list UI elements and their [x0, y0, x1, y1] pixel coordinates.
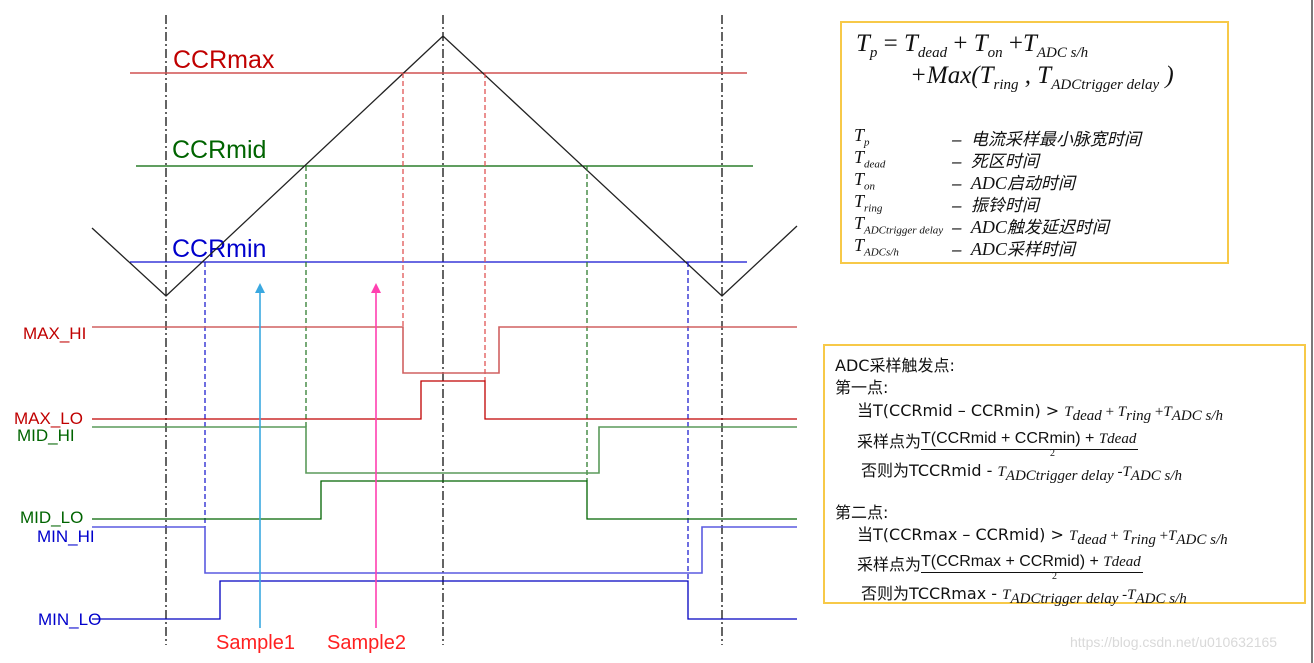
ccrmid-label: CCRmid: [172, 136, 266, 164]
point2-condition: 当T(CCRmax – CCRmid) > Tdead + Tring +TAD…: [857, 525, 1228, 549]
min-lo-label: MIN_LO: [38, 610, 101, 629]
tp-formula-line2: +Max(Tring , TADCtrigger delay ): [910, 61, 1174, 100]
formula-t-adc-sh-sub: ADC s/h: [1036, 45, 1089, 61]
point2-fraction-numerator: T(CCRmax + CCRmid) + Tdead: [921, 553, 1143, 573]
formula-max-open: +Max(: [910, 62, 980, 89]
point1-condition: 当T(CCRmid – CCRmin) > Tdead + Tring +TAD…: [857, 401, 1223, 425]
formula-t-dead: T: [904, 30, 918, 57]
legend-symbol: Tring: [854, 191, 883, 215]
mid-lo-label: MID_LO: [20, 508, 83, 527]
legend-symbol: Tdead: [854, 147, 886, 171]
ccrmin-label: CCRmin: [172, 235, 266, 263]
formula-eq: =: [877, 30, 905, 57]
min-lo-waveform: [92, 580, 797, 620]
formula-box: Tp = Tdead + Ton +TADC s/h +Max(Tring , …: [840, 21, 1229, 264]
ccrmax-label: CCRmax: [173, 46, 275, 74]
point2-else: 否则为TCCRmax - TADCtrigger delay -TADC s/h: [861, 584, 1187, 608]
legend-symbol: TADCs/h: [854, 235, 899, 259]
adc-trigger-box: ADC采样触发点: 第一点: 当T(CCRmid – CCRmin) > Tde…: [823, 344, 1306, 607]
mid-hi-waveform: [92, 426, 797, 474]
point1-title: 第一点:: [835, 378, 889, 397]
max-hi-label: MAX_HI: [23, 324, 86, 343]
formula-t-adc-sh: T: [1022, 30, 1037, 57]
period-boundaries: [165, 15, 723, 645]
point1-else: 否则为TCCRmid - TADCtrigger delay -TADC s/h: [861, 461, 1183, 485]
mid-hi-label: MID_HI: [17, 426, 75, 445]
sample2-arrowhead-icon: [371, 283, 381, 293]
formula-t-on-sub: on: [987, 45, 1003, 61]
point2-title: 第二点:: [835, 503, 889, 522]
formula-t-dead-sub: dead: [917, 45, 948, 61]
trigger-heading: ADC采样触发点:: [835, 356, 955, 375]
formula-plus: +: [947, 30, 974, 57]
formula-t-ring: T: [979, 62, 994, 89]
formula-t-ring-sub: ring: [993, 77, 1019, 93]
legend-symbol: TADCtrigger delay: [854, 213, 944, 237]
formula-t-trigger-delay: T: [1037, 62, 1052, 89]
legend-symbol: Ton: [854, 169, 876, 193]
formula-t-on: T: [973, 30, 988, 57]
right-edge-divider: [1311, 0, 1313, 663]
formula-lhs: T: [856, 30, 870, 57]
formula-max-close: ): [1159, 62, 1174, 89]
formula-comma: ,: [1018, 62, 1038, 89]
max-hi-waveform: [92, 326, 797, 374]
formula-plus: +: [1002, 30, 1023, 57]
min-hi-waveform: [92, 526, 797, 574]
sample1-arrowhead-icon: [255, 283, 265, 293]
mid-lo-waveform: [92, 480, 797, 520]
point1-sample-point: 采样点为T(CCRmid + CCRmin) + Tdead 2: [857, 430, 1139, 459]
sample1-label: Sample1: [216, 632, 295, 654]
formula-t-trigger-delay-sub: ADCtrigger delay: [1051, 77, 1160, 93]
min-hi-label: MIN_HI: [37, 527, 95, 546]
sample2-label: Sample2: [327, 632, 406, 654]
point1-fraction-numerator: T(CCRmid + CCRmin) + Tdead: [921, 430, 1139, 450]
max-lo-waveform: [92, 380, 797, 420]
watermark: https://blog.csdn.net/u010632165: [1070, 634, 1278, 650]
point2-sample-point: 采样点为T(CCRmax + CCRmid) + Tdead 2: [857, 553, 1143, 582]
legend-description: – ADC采样时间: [952, 239, 1075, 260]
legend-symbol: Tp: [854, 125, 870, 149]
